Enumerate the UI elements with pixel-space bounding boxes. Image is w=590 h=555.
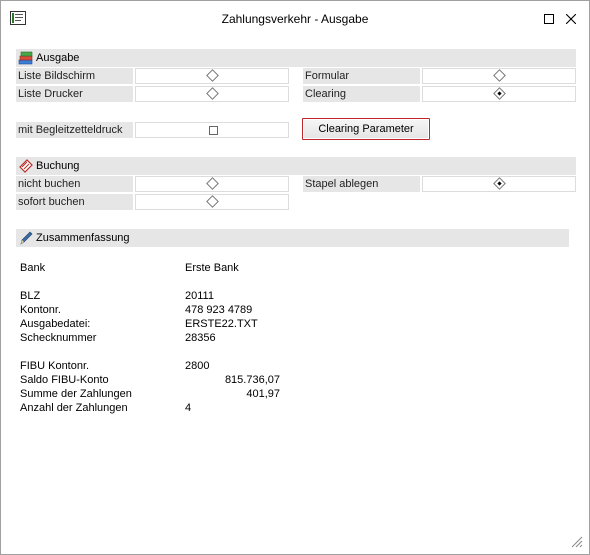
title-bar: Zahlungsverkehr - Ausgabe [1, 1, 589, 37]
ausgabe-section-header: Ausgabe [16, 49, 576, 67]
anzahl-value: 4 [185, 402, 192, 414]
blz-value: 20111 [185, 290, 214, 302]
stapel-ablegen-option[interactable] [422, 176, 576, 192]
kontonr-value: 478 923 4789 [185, 304, 253, 316]
resize-grip-icon[interactable] [571, 536, 583, 548]
clearing-option[interactable] [422, 86, 576, 102]
pencil-icon [20, 231, 33, 245]
begleitzetteldruck-field[interactable] [135, 122, 289, 138]
saldo-label: Saldo FIBU-Konto [20, 374, 109, 386]
sofort-buchen-radio[interactable] [206, 195, 219, 208]
schecknummer-value: 28356 [185, 332, 216, 344]
liste-bildschirm-option[interactable] [135, 68, 289, 84]
begleitzetteldruck-checkbox[interactable] [209, 126, 218, 135]
ausgabe-header-label: Ausgabe [36, 52, 80, 64]
nicht-buchen-radio[interactable] [206, 177, 219, 190]
kontonr-label: Kontonr. [20, 304, 61, 316]
ausgabedatei-label: Ausgabedatei: [20, 318, 91, 330]
fibu-kontonr-label: FIBU Kontonr. [20, 360, 90, 372]
nicht-buchen-label: nicht buchen [16, 176, 133, 192]
maximize-button[interactable] [538, 8, 560, 30]
formular-radio[interactable] [493, 69, 506, 82]
liste-bildschirm-radio[interactable] [206, 69, 219, 82]
nicht-buchen-option[interactable] [135, 176, 289, 192]
stapel-ablegen-label: Stapel ablegen [303, 176, 420, 192]
ausgabedatei-value: ERSTE22.TXT [185, 318, 258, 330]
dialog-window: Zahlungsverkehr - Ausgabe Ausgabe Liste … [0, 0, 590, 555]
clearing-label: Clearing [303, 86, 420, 102]
blz-label: BLZ [20, 290, 41, 302]
booking-icon [19, 159, 33, 173]
clearing-parameter-button[interactable]: Clearing Parameter [302, 118, 430, 140]
bank-value: Erste Bank [185, 262, 239, 274]
begleitzetteldruck-label: mit Begleitzetteldruck [16, 122, 133, 138]
formular-option[interactable] [422, 68, 576, 84]
liste-drucker-option[interactable] [135, 86, 289, 102]
schecknummer-label: Schecknummer [20, 332, 97, 344]
liste-bildschirm-label: Liste Bildschirm [16, 68, 133, 84]
fibu-kontonr-value: 2800 [185, 360, 210, 372]
liste-drucker-label: Liste Drucker [16, 86, 133, 102]
liste-drucker-radio[interactable] [206, 87, 219, 100]
close-button[interactable] [560, 8, 582, 30]
bank-label: Bank [20, 262, 46, 274]
anzahl-label: Anzahl der Zahlungen [20, 402, 128, 414]
buchung-section-header: Buchung [16, 157, 576, 175]
summe-value: 401,97 [246, 388, 280, 400]
books-icon [18, 51, 33, 65]
sofort-buchen-label: sofort buchen [16, 194, 133, 210]
maximize-icon [544, 14, 554, 24]
stapel-ablegen-radio[interactable] [493, 177, 506, 190]
zusammenfassung-section-header: Zusammenfassung [16, 229, 569, 247]
zusammenfassung-header-label: Zusammenfassung [36, 232, 130, 244]
buchung-header-label: Buchung [36, 160, 80, 172]
summe-label: Summe der Zahlungen [20, 388, 132, 400]
saldo-value: 815.736,07 [224, 374, 280, 386]
close-icon [566, 14, 576, 24]
formular-label: Formular [303, 68, 420, 84]
sofort-buchen-option[interactable] [135, 194, 289, 210]
window-title: Zahlungsverkehr - Ausgabe [221, 12, 369, 26]
clearing-radio[interactable] [493, 87, 506, 100]
